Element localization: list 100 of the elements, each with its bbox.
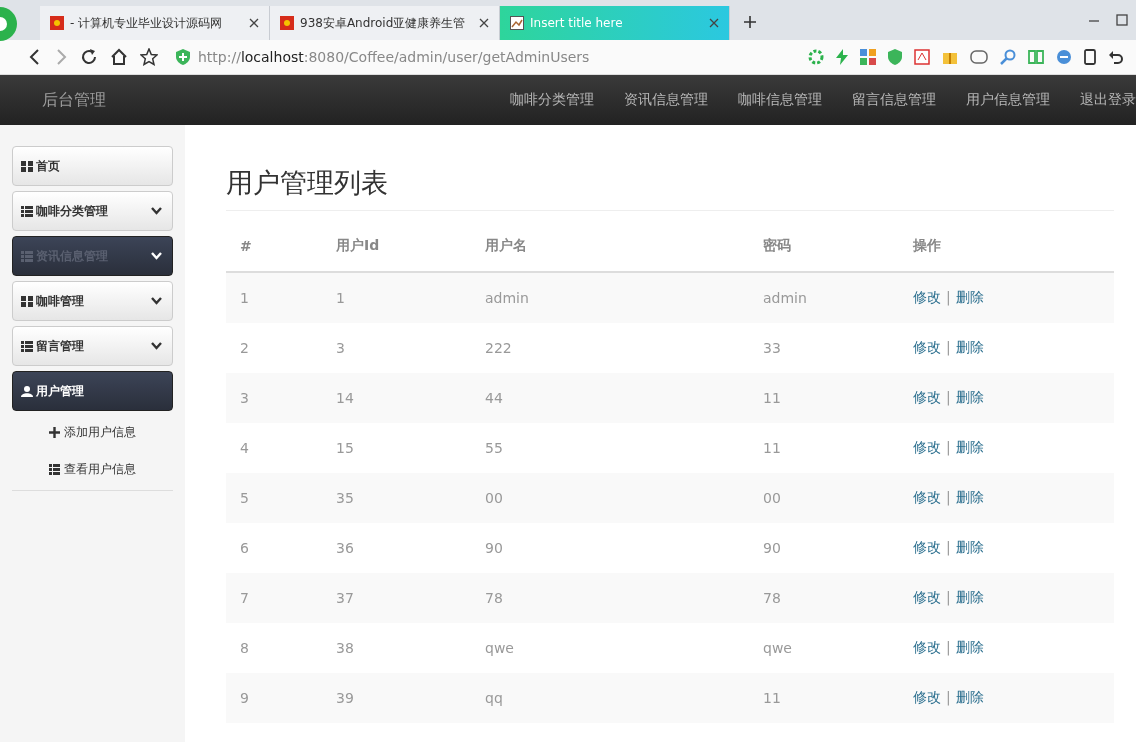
separator: | [946, 589, 951, 605]
favicon-icon [280, 16, 294, 30]
table-cell: 38 [322, 623, 471, 673]
table-cell: 3 [322, 323, 471, 373]
chevron-down-icon [151, 342, 162, 350]
close-icon[interactable] [249, 18, 259, 28]
delete-link[interactable]: 删除 [955, 539, 984, 555]
edit-link[interactable]: 修改 [913, 639, 941, 655]
table-cell: 37 [322, 573, 471, 623]
delete-link[interactable]: 删除 [955, 489, 984, 505]
separator: | [946, 639, 951, 655]
table-cell: 1 [226, 272, 322, 323]
sidebar-item[interactable]: 用户管理 [12, 371, 173, 411]
brand-link[interactable]: 后台管理 [42, 89, 106, 111]
table-cell: 36 [322, 523, 471, 573]
browser-tab[interactable]: - 计算机专业毕业设计源码网 [40, 6, 270, 40]
table-cell: 1 [322, 272, 471, 323]
chevron-down-icon [151, 297, 162, 305]
shield-icon [176, 49, 190, 65]
list-icon [21, 205, 33, 217]
nav-link[interactable]: 咖啡信息管理 [738, 91, 822, 109]
separator: | [946, 339, 951, 355]
list-icon [21, 250, 33, 262]
delete-link[interactable]: 删除 [955, 439, 984, 455]
table-cell: qq [471, 673, 749, 723]
edit-link[interactable]: 修改 [913, 339, 941, 355]
edit-link[interactable]: 修改 [913, 439, 941, 455]
chevron-down-icon [151, 252, 162, 260]
table-cell: 6 [226, 523, 322, 573]
delete-link[interactable]: 删除 [955, 689, 984, 705]
table-cell: 3 [226, 373, 322, 423]
table-cell: 35 [322, 473, 471, 523]
close-icon[interactable] [479, 18, 489, 28]
table-cell: 9 [226, 673, 322, 723]
bars-icon [21, 340, 33, 352]
grid-icon [21, 295, 33, 307]
edit-link[interactable]: 修改 [913, 589, 941, 605]
table-cell: 44 [471, 373, 749, 423]
address-field[interactable]: http://localhost:8080/Coffee/admin/user/getAdminUsers [170, 44, 796, 70]
edit-link[interactable]: 修改 [913, 539, 941, 555]
delete-link[interactable]: 删除 [955, 589, 984, 605]
edit-link[interactable]: 修改 [913, 689, 941, 705]
table-cell: admin [471, 272, 749, 323]
separator: | [946, 389, 951, 405]
table-cell: 90 [749, 523, 899, 573]
edit-link[interactable]: 修改 [913, 389, 941, 405]
back-icon[interactable] [28, 49, 42, 65]
table-cell: 5 [226, 473, 322, 523]
submenu-item[interactable]: 添加用户信息 [12, 416, 173, 448]
separator: | [946, 539, 951, 555]
nav-link[interactable]: 退出登录 [1080, 91, 1136, 109]
separator: | [946, 489, 951, 505]
star-icon[interactable] [140, 48, 158, 66]
table-cell: 55 [471, 423, 749, 473]
apps-icon[interactable] [860, 49, 876, 65]
nav-link[interactable]: 用户信息管理 [966, 91, 1050, 109]
table-cell: 78 [471, 573, 749, 623]
search-icon[interactable] [1000, 49, 1016, 65]
delete-link[interactable]: 删除 [955, 639, 984, 655]
submenu-item[interactable]: 查看用户信息 [12, 453, 173, 485]
minus-circle-icon[interactable] [1056, 49, 1072, 65]
table-cell: 4 [226, 423, 322, 473]
sidebar-item[interactable]: 首页 [12, 146, 173, 186]
separator: | [946, 289, 951, 305]
shield-icon[interactable] [888, 49, 902, 65]
table-cell: 14 [322, 373, 471, 423]
table-cell: 2 [226, 323, 322, 373]
browser-tab[interactable]: 938安卓Android亚健康养生管 [270, 6, 500, 40]
favicon-icon [50, 16, 64, 30]
edit-link[interactable]: 修改 [913, 489, 941, 505]
table-cell: admin [749, 272, 899, 323]
home-icon[interactable] [110, 48, 128, 66]
table-cell: 11 [749, 373, 899, 423]
table-cell: qwe [471, 623, 749, 673]
table-cell: 78 [749, 573, 899, 623]
table-cell: 39 [322, 673, 471, 723]
edit-link[interactable]: 修改 [913, 289, 941, 305]
new-tab-icon[interactable] [744, 16, 756, 28]
sidebar-item[interactable]: 留言管理 [12, 326, 173, 366]
close-icon[interactable] [709, 18, 719, 28]
maximize-icon[interactable] [1116, 14, 1128, 26]
delete-link[interactable]: 删除 [955, 389, 984, 405]
sidebar-item[interactable]: 咖啡管理 [12, 281, 173, 321]
grid-icon [21, 160, 33, 172]
table-cell: 00 [749, 473, 899, 523]
phone-icon[interactable] [1084, 49, 1096, 65]
delete-link[interactable]: 删除 [955, 289, 984, 305]
separator: | [946, 439, 951, 455]
undo-icon[interactable] [1108, 49, 1124, 65]
nav-link[interactable]: 资讯信息管理 [624, 91, 708, 109]
favicon-icon [510, 16, 524, 30]
reload-icon[interactable] [80, 48, 98, 66]
plus-icon [49, 426, 60, 438]
delete-link[interactable]: 删除 [955, 339, 984, 355]
nav-link[interactable]: 咖啡分类管理 [510, 91, 594, 109]
table-cell: 222 [471, 323, 749, 373]
nav-link[interactable]: 留言信息管理 [852, 91, 936, 109]
sidebar-item[interactable]: 咖啡分类管理 [12, 191, 173, 231]
lightning-icon[interactable] [836, 49, 848, 65]
user-icon [21, 385, 33, 397]
